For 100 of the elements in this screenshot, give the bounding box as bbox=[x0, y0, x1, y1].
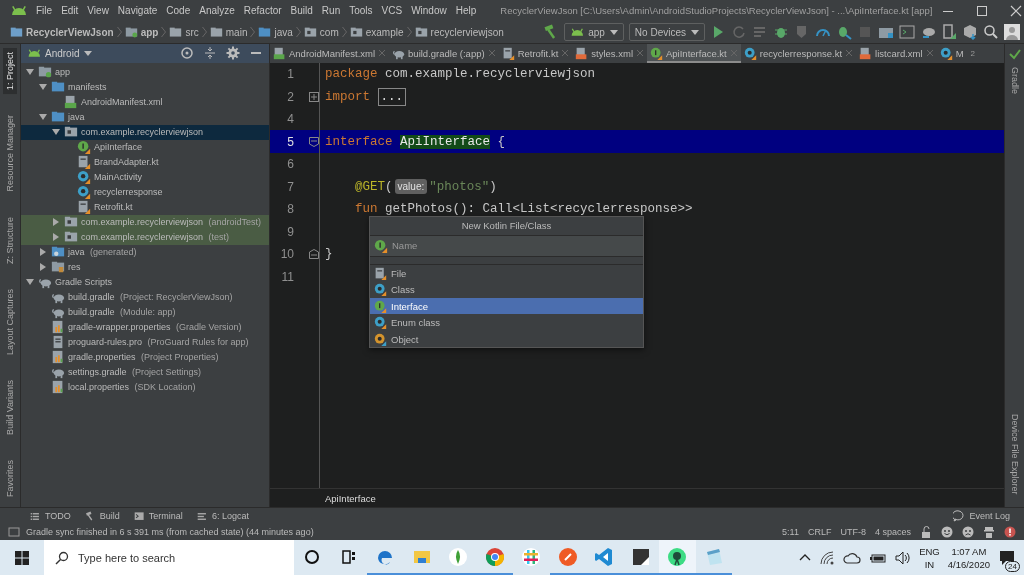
panel-icon[interactable] bbox=[8, 526, 20, 538]
wifi-icon[interactable] bbox=[819, 550, 836, 565]
tree-item[interactable]: MainActivity bbox=[21, 169, 269, 185]
tool-window-tab[interactable]: Gradle bbox=[1009, 63, 1020, 97]
editor-tab[interactable]: M bbox=[936, 43, 967, 63]
smiley-icon[interactable] bbox=[941, 526, 953, 538]
menu-item[interactable]: Navigate bbox=[117, 5, 158, 17]
tree-item[interactable]: com.example.recyclerviewjson bbox=[21, 124, 269, 140]
settings-icon[interactable] bbox=[226, 46, 240, 61]
tree-item[interactable]: gradle-wrapper.properties (Gradle Version) bbox=[21, 319, 269, 335]
menu-item[interactable]: VCS bbox=[381, 5, 403, 17]
cloud-icon[interactable] bbox=[843, 551, 862, 564]
tree-item[interactable]: settings.gradle (Project Settings) bbox=[21, 364, 269, 380]
tree-item[interactable]: local.properties (SDK Location) bbox=[21, 379, 269, 395]
fold-end-icon[interactable] bbox=[309, 249, 319, 260]
menu-item[interactable]: Code bbox=[166, 5, 191, 17]
tool-window-tab[interactable]: Build Variants bbox=[3, 376, 17, 439]
breadcrumb-item[interactable]: main bbox=[209, 25, 248, 39]
tree-item[interactable]: gradle.properties (Project Properties) bbox=[21, 349, 269, 365]
status-item[interactable]: 4 spaces bbox=[874, 527, 911, 537]
tool-window-tab[interactable]: Z: Structure bbox=[3, 212, 17, 268]
hidden-tabs-button[interactable]: 2 bbox=[966, 43, 979, 63]
maximize-icon[interactable] bbox=[976, 4, 989, 17]
popup-list-item[interactable]: Object bbox=[370, 330, 643, 348]
popup-list-item[interactable]: Interface bbox=[370, 297, 643, 315]
collapsed-arrow-icon[interactable] bbox=[51, 217, 61, 228]
search-field[interactable]: Type here to search bbox=[44, 540, 294, 575]
popup-list-item[interactable]: Enum class bbox=[370, 314, 643, 331]
tool-window-tab[interactable]: 1: Project bbox=[3, 47, 17, 94]
tool-window-button[interactable]: TODO bbox=[30, 510, 71, 522]
breadcrumb-item[interactable]: src bbox=[169, 25, 199, 39]
folded-code[interactable]: ... bbox=[377, 87, 407, 106]
tree-item[interactable]: com.example.recyclerviewjson (androidTest) bbox=[21, 214, 269, 230]
tree-item[interactable]: java (generated) bbox=[21, 244, 269, 260]
editor-tab[interactable]: Retrofit.kt bbox=[498, 43, 573, 63]
tree-item[interactable]: proguard-rules.pro (ProGuard Rules for app) bbox=[21, 334, 269, 350]
breadcrumb-item[interactable]: example bbox=[349, 25, 404, 39]
popup-list-item[interactable]: File bbox=[370, 264, 643, 282]
status-item[interactable]: CRLF bbox=[807, 527, 832, 537]
avatar-icon[interactable] bbox=[1004, 24, 1020, 41]
tree-item[interactable]: AndroidManifest.xml bbox=[21, 94, 269, 110]
unlock-icon[interactable] bbox=[920, 526, 932, 538]
speaker-icon[interactable] bbox=[895, 550, 912, 565]
menu-item[interactable]: Window bbox=[411, 5, 447, 17]
breadcrumb-item[interactable]: com bbox=[303, 25, 339, 39]
tree-item[interactable]: res bbox=[21, 259, 269, 275]
tool-window-tab[interactable]: Resource Manager bbox=[3, 111, 17, 196]
clock[interactable]: 1:07 AM 4/16/2020 bbox=[947, 544, 990, 571]
breadcrumb-item[interactable]: app bbox=[124, 25, 159, 39]
device-dropdown[interactable]: No Devices bbox=[628, 23, 705, 42]
tree-item[interactable]: BrandAdapter.kt bbox=[21, 154, 269, 170]
menu-item[interactable]: Run bbox=[321, 5, 341, 17]
terminal-icon[interactable] bbox=[899, 24, 915, 41]
tree-item[interactable]: app bbox=[21, 64, 269, 80]
status-item[interactable]: UTF-8 bbox=[840, 527, 866, 537]
collapsed-arrow-icon[interactable] bbox=[38, 247, 48, 258]
tree-item[interactable]: build.gradle (Module: app) bbox=[21, 304, 269, 320]
menu-item[interactable]: Edit bbox=[61, 5, 79, 17]
start-icon[interactable] bbox=[14, 549, 30, 566]
notification-icon[interactable] bbox=[998, 548, 1016, 567]
tool-window-button[interactable]: Build bbox=[84, 510, 120, 522]
menu-item[interactable]: Tools bbox=[349, 5, 373, 17]
menu-item[interactable]: Help bbox=[455, 5, 477, 17]
tree-item[interactable]: manifests bbox=[21, 79, 269, 95]
error-icon[interactable] bbox=[1004, 526, 1016, 538]
editor-tab[interactable]: AndroidManifest.xml bbox=[270, 43, 390, 63]
editor-tab[interactable]: listcard.xml bbox=[856, 43, 937, 63]
cube-icon[interactable] bbox=[962, 24, 978, 41]
breadcrumb-item[interactable]: recyclerviewjson bbox=[414, 25, 504, 39]
frowny-icon[interactable] bbox=[962, 526, 974, 538]
tree-item[interactable]: build.gradle (Project: RecyclerViewJson) bbox=[21, 289, 269, 305]
taskbar-button[interactable] bbox=[659, 540, 696, 575]
run-config-dropdown[interactable]: app bbox=[564, 23, 624, 42]
popup-list-item[interactable]: Class bbox=[370, 281, 643, 298]
target-icon[interactable] bbox=[180, 46, 194, 61]
tool-window-tab[interactable]: Device File Explorer bbox=[1009, 410, 1020, 498]
battery-icon[interactable] bbox=[869, 551, 888, 564]
fold-plus-icon[interactable] bbox=[309, 91, 319, 102]
breadcrumb-item[interactable]: java bbox=[258, 25, 293, 39]
menu-item[interactable]: Analyze bbox=[199, 5, 235, 17]
inspector-icon[interactable] bbox=[983, 526, 995, 538]
tree-item[interactable]: recyclerresponse bbox=[21, 184, 269, 200]
collapsed-arrow-icon[interactable] bbox=[38, 262, 48, 273]
tree-item[interactable]: Gradle Scripts bbox=[21, 274, 269, 290]
breadcrumb-item[interactable]: ApiInterface bbox=[325, 492, 376, 504]
editor-tab[interactable]: recyclerresponse.kt bbox=[740, 43, 857, 63]
menu-item[interactable]: Build bbox=[290, 5, 313, 17]
breadcrumb-item[interactable]: RecyclerViewJson bbox=[10, 25, 114, 39]
fold-minus-icon[interactable] bbox=[309, 136, 319, 147]
tool-window-button[interactable]: 6: Logcat bbox=[196, 510, 249, 522]
phone-icon[interactable] bbox=[941, 24, 957, 41]
tool-window-tab[interactable]: Favorites bbox=[3, 456, 17, 501]
language-indicator[interactable]: ENG IN bbox=[919, 544, 940, 571]
editor-tab[interactable]: build.gradle (:app) bbox=[389, 43, 499, 63]
collapse-icon[interactable] bbox=[203, 46, 217, 61]
tree-item[interactable]: Retrofit.kt bbox=[21, 199, 269, 215]
tree-item[interactable]: ApiInterface bbox=[21, 139, 269, 155]
collapsed-arrow-icon[interactable] bbox=[51, 232, 61, 243]
menu-item[interactable]: View bbox=[87, 5, 109, 17]
search-icon[interactable] bbox=[983, 24, 999, 41]
